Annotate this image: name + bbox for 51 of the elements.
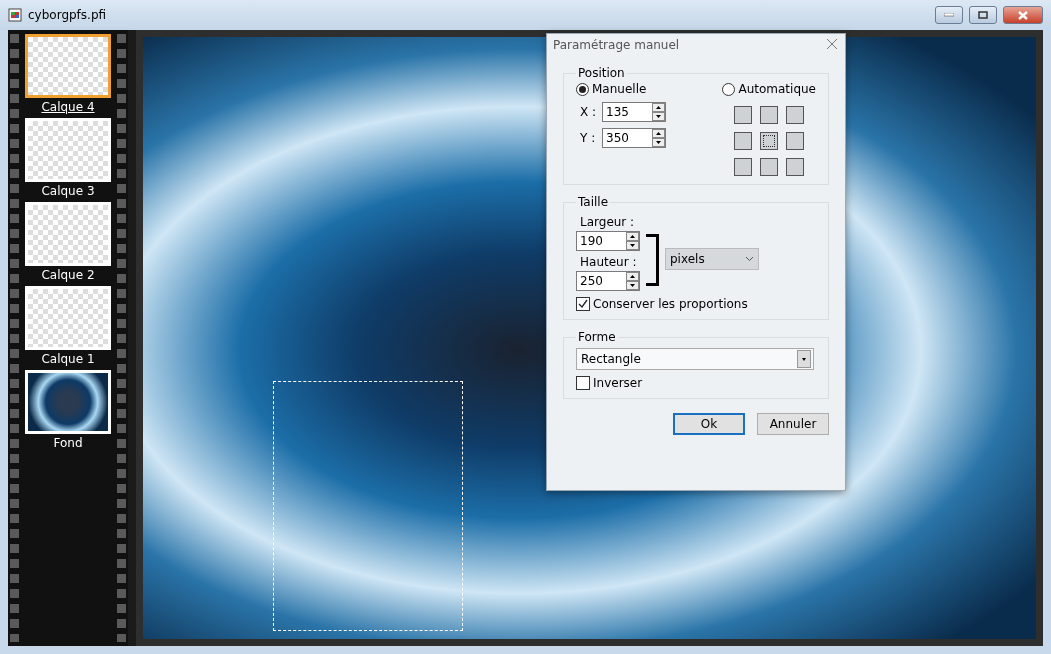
layer-item[interactable]: Calque 1 <box>25 286 111 366</box>
minimize-button[interactable] <box>935 6 963 24</box>
anchor-button[interactable] <box>734 158 753 176</box>
layer-item[interactable]: Calque 2 <box>25 202 111 282</box>
dialog-button[interactable]: Annuler <box>757 413 829 435</box>
close-icon <box>826 38 838 50</box>
anchor-button[interactable] <box>786 106 805 124</box>
shape-dropdown[interactable]: Rectangle <box>576 348 814 370</box>
y-spin-field[interactable]: 350 <box>602 128 666 148</box>
spin-arrows-icon[interactable] <box>652 129 665 147</box>
anchor-button[interactable] <box>760 106 779 124</box>
checkmark-icon <box>578 299 588 309</box>
close-icon <box>1018 10 1028 20</box>
layer-item[interactable]: Fond <box>25 370 111 450</box>
group-label: Taille <box>577 195 610 209</box>
anchor-button[interactable] <box>734 132 753 150</box>
group-label: Position <box>577 66 626 80</box>
x-label: X : <box>580 105 598 119</box>
anchor-button[interactable] <box>760 158 779 176</box>
layer-item[interactable]: Calque 4 <box>25 34 111 114</box>
chevron-icon <box>745 256 754 262</box>
y-label: Y : <box>580 131 597 145</box>
group-label: Forme <box>577 330 617 344</box>
unit-dropdown[interactable]: pixels <box>665 248 759 270</box>
maximize-icon <box>978 11 988 19</box>
width-label: Largeur : <box>580 215 636 229</box>
anchor-button[interactable] <box>760 132 779 150</box>
close-button[interactable] <box>1003 6 1043 24</box>
window-title: cyborgpfs.pfi <box>28 8 107 22</box>
anchor-button[interactable] <box>734 106 753 124</box>
anchor-button[interactable] <box>786 132 805 150</box>
mode-radio[interactable]: Automatique <box>722 82 816 96</box>
dialog-button[interactable]: Ok <box>673 413 745 435</box>
height-spin-field[interactable]: 250 <box>576 271 640 291</box>
close-button[interactable] <box>825 38 839 52</box>
maximize-button[interactable] <box>969 6 997 24</box>
anchor-button[interactable] <box>786 158 805 176</box>
link-bracket <box>646 234 659 286</box>
layer-item[interactable]: Calque 3 <box>25 118 111 198</box>
spin-arrows-icon[interactable] <box>626 232 639 250</box>
minimize-icon <box>944 13 954 17</box>
film-icon <box>8 8 22 22</box>
mode-radio[interactable]: Manuelle <box>576 82 666 96</box>
height-label: Hauteur : <box>580 255 638 269</box>
spin-arrows-icon[interactable] <box>626 272 639 290</box>
dialog-title: Paramétrage manuel <box>553 38 680 52</box>
spin-arrows-icon[interactable] <box>652 103 665 121</box>
keep-proportions-checkbox[interactable]: Conserver les proportions <box>576 297 748 311</box>
invert-checkbox[interactable]: Inverser <box>576 376 643 390</box>
x-spin-field[interactable]: 135 <box>602 102 666 122</box>
width-spin-field[interactable]: 190 <box>576 231 640 251</box>
